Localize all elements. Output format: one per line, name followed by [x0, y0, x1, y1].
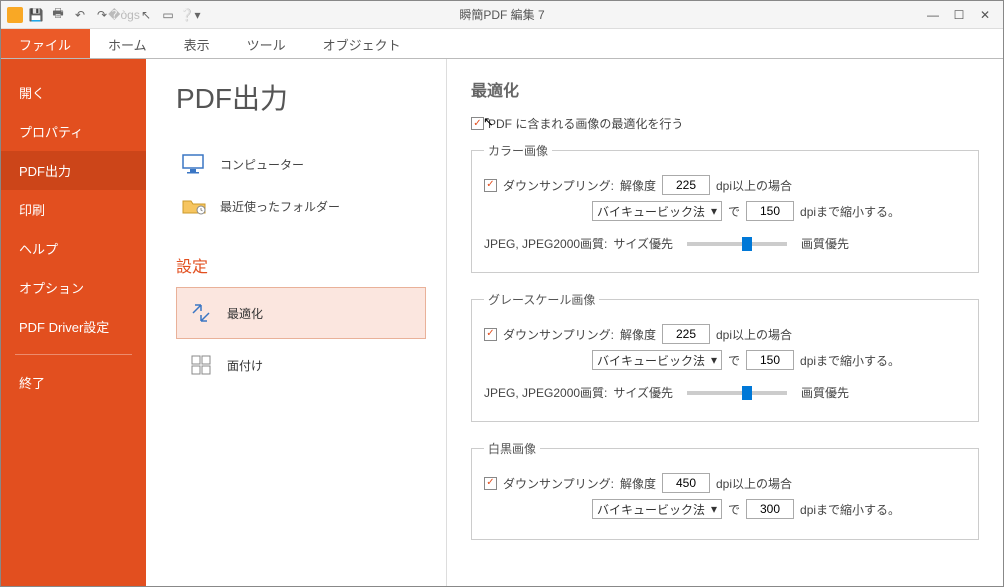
lbl-quality-priority: 画質優先	[801, 235, 849, 252]
nav-recent[interactable]: 最近使ったフォルダー	[176, 185, 426, 227]
chevron-down-icon: ▾	[711, 353, 717, 367]
close-button[interactable]: ✕	[979, 8, 991, 22]
checkbox-color-downsample[interactable]: ✓	[484, 179, 497, 192]
maximize-button[interactable]: ☐	[953, 8, 965, 22]
setting-impose-label: 面付け	[227, 357, 263, 374]
setting-optimize[interactable]: 最適化	[176, 287, 426, 339]
lbl-dpi-over: dpi以上の場合	[716, 177, 792, 194]
ribbon-tabs: ファイル ホーム 表示 ツール オブジェクト	[1, 29, 1003, 59]
chevron-down-icon: ▾	[711, 204, 717, 218]
computer-icon	[180, 153, 208, 175]
folder-icon	[180, 195, 208, 217]
group-gray: グレースケール画像 ✓ ダウンサンプリング: 解像度 dpi以上の場合 バイキュ…	[471, 291, 979, 422]
sidebar-item-pdf-output[interactable]: PDF出力	[1, 151, 146, 190]
setting-optimize-label: 最適化	[227, 305, 263, 322]
tab-tool[interactable]: ツール	[229, 29, 305, 58]
input-bw-to[interactable]	[746, 499, 794, 519]
sidebar-item-options[interactable]: オプション	[1, 268, 146, 307]
chevron-down-icon: ▾	[711, 502, 717, 516]
checkbox-icon: ✓	[471, 117, 484, 130]
sidebar-item-help[interactable]: ヘルプ	[1, 229, 146, 268]
lbl-jpeg-quality: JPEG, JPEG2000画質:	[484, 235, 607, 252]
sidebar-item-driver[interactable]: PDF Driver設定	[1, 307, 146, 346]
lbl-size-priority: サイズ優先	[613, 235, 673, 252]
nav-computer-label: コンピューター	[220, 156, 304, 173]
checkbox-gray-downsample[interactable]: ✓	[484, 328, 497, 341]
impose-icon	[187, 354, 215, 376]
nav-computer[interactable]: コンピューター	[176, 143, 426, 185]
slider-color-quality[interactable]	[687, 242, 787, 246]
slider-thumb[interactable]	[742, 386, 752, 400]
input-color-res[interactable]	[662, 175, 710, 195]
optimize-heading: 最適化	[471, 77, 979, 101]
group-bw-legend: 白黒画像	[484, 440, 540, 457]
optimize-icon	[187, 302, 215, 324]
pointer-icon[interactable]: ↖	[137, 6, 155, 24]
window-title: 瞬簡PDF 編集 7	[459, 6, 544, 23]
title-bar: 💾 🖶 ↶ ↷ �ògs ↖ ▭ ❔▾ 瞬簡PDF 編集 7 — ☐ ✕	[1, 1, 1003, 29]
tab-view[interactable]: 表示	[166, 29, 229, 58]
settings-heading: 設定	[176, 253, 426, 277]
select-gray-method[interactable]: バイキュービック法▾	[592, 350, 722, 370]
checkbox-optimize-label: PDF に含まれる画像の最適化を行う	[488, 115, 683, 132]
lbl-resolution: 解像度	[620, 177, 656, 194]
group-bw: 白黒画像 ✓ ダウンサンプリング: 解像度 dpi以上の場合 バイキュービック法…	[471, 440, 979, 540]
help-icon[interactable]: ❔▾	[181, 6, 199, 24]
sidebar-item-exit[interactable]: 終了	[1, 363, 146, 402]
checkbox-bw-downsample[interactable]: ✓	[484, 477, 497, 490]
group-gray-legend: グレースケール画像	[484, 291, 599, 308]
group-color: カラー画像 ✓ ダウンサンプリング: 解像度 dpi以上の場合 バイキュービック…	[471, 142, 979, 273]
text-select-icon[interactable]: �ògs	[115, 6, 133, 24]
lbl-de: で	[728, 203, 740, 220]
setting-impose[interactable]: 面付け	[176, 339, 426, 391]
tab-file[interactable]: ファイル	[1, 29, 90, 58]
tab-object[interactable]: オブジェクト	[305, 29, 420, 58]
select-bw-method[interactable]: バイキュービック法▾	[592, 499, 722, 519]
lbl-downsample: ダウンサンプリング:	[503, 177, 614, 194]
group-color-legend: カラー画像	[484, 142, 552, 159]
input-gray-res[interactable]	[662, 324, 710, 344]
slider-gray-quality[interactable]	[687, 391, 787, 395]
print-icon[interactable]: 🖶	[49, 6, 67, 24]
sidebar-item-open[interactable]: 開く	[1, 73, 146, 112]
input-gray-to[interactable]	[746, 350, 794, 370]
lbl-dpi-shrink: dpiまで縮小する。	[800, 203, 900, 220]
quick-access-toolbar: 💾 🖶 ↶ ↷ �ògs ↖ ▭ ❔▾	[1, 6, 199, 24]
page-title: PDF出力	[176, 77, 426, 117]
undo-icon[interactable]: ↶	[71, 6, 89, 24]
sidebar-item-print[interactable]: 印刷	[1, 190, 146, 229]
output-nav-column: PDF出力 コンピューター 最近使ったフォルダー 設定	[146, 59, 446, 586]
sidebar-item-property[interactable]: プロパティ	[1, 112, 146, 151]
app-icon	[7, 7, 23, 23]
checkbox-optimize-images[interactable]: ✓ ↖ PDF に含まれる画像の最適化を行う	[471, 115, 979, 132]
file-sidebar: 開く プロパティ PDF出力 印刷 ヘルプ オプション PDF Driver設定…	[1, 59, 146, 586]
page-icon[interactable]: ▭	[159, 6, 177, 24]
minimize-button[interactable]: —	[927, 8, 939, 22]
input-bw-res[interactable]	[662, 473, 710, 493]
save-icon[interactable]: 💾	[27, 6, 45, 24]
tab-home[interactable]: ホーム	[90, 29, 166, 58]
slider-thumb[interactable]	[742, 237, 752, 251]
select-color-method[interactable]: バイキュービック法▾	[592, 201, 722, 221]
sidebar-separator	[15, 354, 132, 355]
input-color-to[interactable]	[746, 201, 794, 221]
nav-recent-label: 最近使ったフォルダー	[220, 198, 340, 215]
optimize-panel: 最適化 ✓ ↖ PDF に含まれる画像の最適化を行う カラー画像 ✓ ダウンサン…	[446, 59, 1003, 586]
